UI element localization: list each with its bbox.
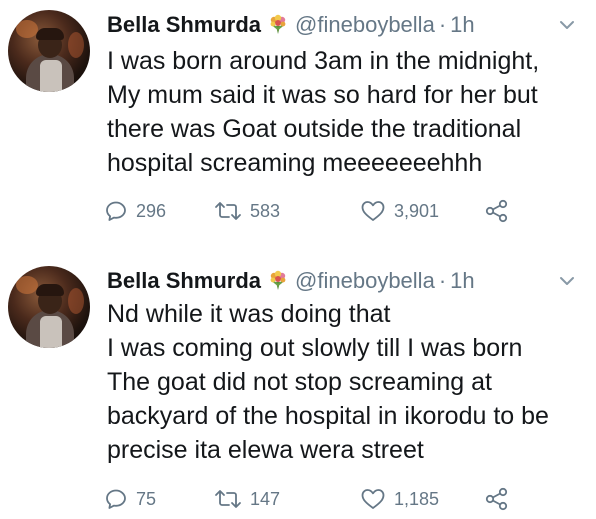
share-button[interactable] bbox=[484, 196, 518, 226]
share-button[interactable] bbox=[484, 484, 518, 514]
reply-button[interactable]: 75 bbox=[104, 484, 156, 514]
author-name[interactable]: Bella Shmurda bbox=[107, 12, 261, 37]
tweet-text: Nd while it was doing that I was coming … bbox=[107, 300, 549, 464]
reply-button[interactable]: 296 bbox=[104, 196, 166, 226]
avatar[interactable] bbox=[8, 266, 90, 348]
tweet-header: Bella Shmurda @fineboybella · 1h bbox=[107, 10, 475, 40]
reply-icon bbox=[104, 487, 136, 511]
tweet-actions: 75 147 1,185 bbox=[104, 484, 574, 514]
retweet-button[interactable]: 147 bbox=[214, 484, 280, 514]
reply-count: 75 bbox=[136, 488, 157, 509]
chevron-down-icon[interactable] bbox=[556, 14, 578, 36]
like-button[interactable]: 3,901 bbox=[360, 196, 439, 226]
reply-icon bbox=[104, 199, 136, 223]
heart-icon bbox=[360, 487, 394, 511]
bouquet-icon bbox=[267, 269, 289, 299]
reply-count: 296 bbox=[136, 200, 167, 221]
retweet-icon bbox=[214, 199, 250, 223]
timestamp[interactable]: 1h bbox=[450, 268, 474, 293]
tweet-actions: 296 583 3,901 bbox=[104, 196, 574, 226]
tweet[interactable]: Bella Shmurda @fineboybella · 1h I was born… bbox=[0, 0, 596, 258]
author-handle[interactable]: @fineboybella bbox=[295, 268, 435, 293]
bouquet-icon bbox=[267, 13, 289, 43]
separator-dot: · bbox=[438, 12, 447, 37]
tweet-text: I was born around 3am in the midnight, M… bbox=[107, 47, 540, 177]
like-button[interactable]: 1,185 bbox=[360, 484, 439, 514]
like-count: 1,185 bbox=[394, 488, 440, 509]
author-name[interactable]: Bella Shmurda bbox=[107, 268, 261, 293]
author-handle[interactable]: @fineboybella bbox=[295, 12, 435, 37]
like-count: 3,901 bbox=[394, 200, 440, 221]
tweet[interactable]: Bella Shmurda @fineboybella · 1h Nd while i… bbox=[0, 258, 596, 519]
timestamp[interactable]: 1h bbox=[450, 12, 474, 37]
retweet-count: 147 bbox=[250, 488, 281, 509]
chevron-down-icon[interactable] bbox=[556, 270, 578, 292]
share-icon bbox=[484, 487, 518, 511]
retweet-count: 583 bbox=[250, 200, 281, 221]
avatar[interactable] bbox=[8, 10, 90, 92]
retweet-button[interactable]: 583 bbox=[214, 196, 280, 226]
heart-icon bbox=[360, 199, 394, 223]
separator-dot: · bbox=[438, 268, 447, 293]
share-icon bbox=[484, 199, 518, 223]
retweet-icon bbox=[214, 487, 250, 511]
tweet-header: Bella Shmurda @fineboybella · 1h bbox=[107, 266, 475, 296]
